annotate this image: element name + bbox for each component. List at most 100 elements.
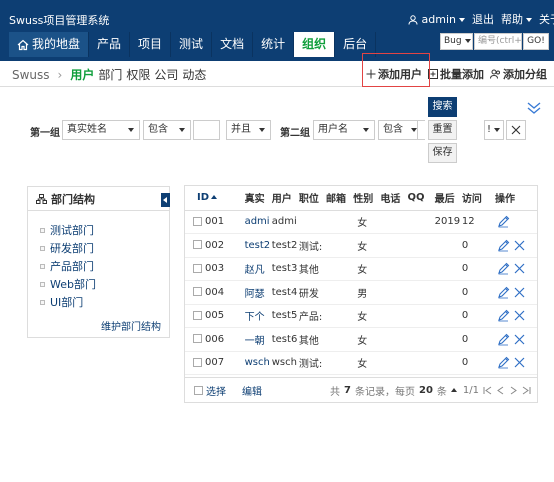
tab-product[interactable]: 产品 (89, 32, 131, 57)
row-checkbox[interactable] (193, 357, 202, 367)
prev-page-icon[interactable] (496, 386, 505, 395)
reset-button[interactable]: 重置 (428, 120, 457, 140)
saved-query-select[interactable]: ! (484, 120, 504, 140)
save-button[interactable]: 保存 (428, 143, 457, 163)
search-button[interactable]: 搜索 (428, 97, 457, 117)
col-email[interactable]: 邮箱 (324, 186, 352, 211)
breadcrumb-root[interactable]: Swuss (12, 68, 50, 82)
batch-add-button[interactable]: 批量添加 (425, 66, 487, 82)
delete-icon[interactable] (513, 356, 526, 369)
table-row[interactable]: 006 一朝 test6 其他 女 0 (185, 327, 537, 352)
remove-query-button[interactable] (506, 120, 526, 140)
next-page-icon[interactable] (509, 386, 518, 395)
table-row[interactable]: 001 admi admi 女 2019 12 (185, 210, 537, 234)
go-button[interactable]: GO! (523, 33, 549, 50)
last-page-icon[interactable] (522, 386, 531, 395)
edit-icon[interactable] (497, 286, 510, 299)
col-qq[interactable]: QQ (405, 186, 433, 211)
row-checkbox[interactable] (193, 216, 202, 226)
subnav-item-dynamic[interactable]: 动态 (182, 66, 206, 83)
dept-item[interactable]: UI部门 (40, 293, 169, 311)
first-page-icon[interactable] (483, 386, 492, 395)
delete-icon[interactable] (513, 333, 526, 346)
logout-link[interactable]: 退出 (472, 11, 494, 27)
row-checkbox[interactable] (193, 334, 202, 344)
dept-item[interactable]: Web部门 (40, 275, 169, 293)
logic-select[interactable]: 并且 (226, 120, 271, 140)
table-row[interactable]: 005 下个 test5 产品: 女 0 (185, 304, 537, 328)
cell-id[interactable]: 005 (185, 304, 243, 328)
subnav-item-company[interactable]: 公司 (154, 66, 178, 83)
cell-realname[interactable]: wsch (242, 351, 270, 375)
group2-value-input[interactable] (417, 120, 425, 140)
tab-test[interactable]: 测试 (171, 32, 213, 57)
group2-field-select[interactable]: 用户名 (313, 120, 375, 140)
row-checkbox[interactable] (193, 240, 202, 250)
tab-stats[interactable]: 统计 (253, 32, 295, 57)
chevrons-down-icon[interactable] (526, 101, 542, 115)
dept-item[interactable]: 测试部门 (40, 221, 169, 239)
cell-id[interactable]: 006 (185, 327, 243, 352)
table-row[interactable]: 004 阿瑟 test4 研发 男 0 (185, 280, 537, 305)
cell-id[interactable]: 004 (185, 280, 243, 305)
cell-realname[interactable]: test2 (242, 233, 270, 258)
cell-realname[interactable]: 阿瑟 (242, 280, 270, 305)
dept-item[interactable]: 产品部门 (40, 257, 169, 275)
edit-icon[interactable] (497, 239, 510, 252)
group1-field-select[interactable]: 真实姓名 (62, 120, 140, 140)
edit-icon[interactable] (497, 356, 510, 369)
delete-icon[interactable] (513, 309, 526, 322)
table-row[interactable]: 002 test2 test2 测试: 女 0 (185, 233, 537, 258)
quickjump-type-select[interactable]: Bug (440, 33, 473, 50)
dept-item[interactable]: 研发部门 (40, 239, 169, 257)
cell-id[interactable]: 007 (185, 351, 243, 375)
delete-icon[interactable] (513, 262, 526, 275)
cell-realname[interactable]: 下个 (242, 304, 270, 328)
checkbox-icon (194, 385, 203, 395)
collapse-panel-button[interactable] (161, 193, 170, 207)
edit-icon[interactable] (497, 215, 510, 228)
col-username[interactable]: 用户 (269, 186, 297, 211)
batch-edit-button[interactable]: 编辑 (242, 383, 262, 398)
group1-value-input[interactable] (193, 120, 220, 140)
subnav-item-depts[interactable]: 部门 (98, 66, 122, 83)
edit-icon[interactable] (497, 309, 510, 322)
subnav-item-privs[interactable]: 权限 (126, 66, 150, 83)
col-id[interactable]: ID (185, 186, 243, 211)
add-group-button[interactable]: 添加分组 (487, 66, 550, 82)
table-row[interactable]: 003 赵凡 test3 其他 女 0 (185, 257, 537, 281)
tab-org[interactable]: 组织 (294, 32, 336, 57)
col-last-login[interactable]: 最后 (432, 186, 460, 211)
cell-realname[interactable]: admi (242, 210, 270, 234)
col-gender[interactable]: 性别 (351, 186, 379, 211)
col-role[interactable]: 职位 (296, 186, 325, 211)
tab-doc[interactable]: 文档 (212, 32, 254, 57)
col-realname[interactable]: 真实 (242, 186, 270, 211)
cell-realname[interactable]: 赵凡 (242, 257, 270, 281)
per-page-select[interactable]: 20 (419, 385, 433, 396)
tab-project[interactable]: 项目 (130, 32, 172, 57)
edit-icon[interactable] (497, 262, 510, 275)
help-dropdown[interactable]: 帮助 (501, 11, 532, 27)
col-visits[interactable]: 访问 (459, 186, 487, 211)
table-row[interactable]: 007 wsch wsch 测试: 女 0 (185, 351, 537, 375)
tab-my-space[interactable]: 我的地盘 (9, 32, 90, 57)
group1-op-select[interactable]: 包含 (143, 120, 191, 140)
row-checkbox[interactable] (193, 287, 202, 297)
row-checkbox[interactable] (193, 263, 202, 273)
quickjump-input[interactable]: 编号(ctrl+g) (474, 33, 522, 50)
cell-realname[interactable]: 一朝 (242, 327, 270, 352)
cell-id[interactable]: 001 (185, 210, 243, 234)
about-link[interactable]: 关于 (539, 11, 554, 27)
select-all-checkbox[interactable]: 选择 (185, 383, 226, 398)
user-dropdown[interactable]: admin (408, 13, 465, 26)
subnav-item-users[interactable]: 用户 (70, 66, 94, 83)
row-checkbox[interactable] (193, 310, 202, 320)
cell-id[interactable]: 002 (185, 233, 243, 258)
delete-icon[interactable] (513, 286, 526, 299)
maintain-dept-link[interactable]: 维护部门结构 (101, 318, 161, 333)
col-phone[interactable]: 电话 (378, 186, 406, 211)
cell-id[interactable]: 003 (185, 257, 243, 281)
delete-icon[interactable] (513, 239, 526, 252)
edit-icon[interactable] (497, 333, 510, 346)
